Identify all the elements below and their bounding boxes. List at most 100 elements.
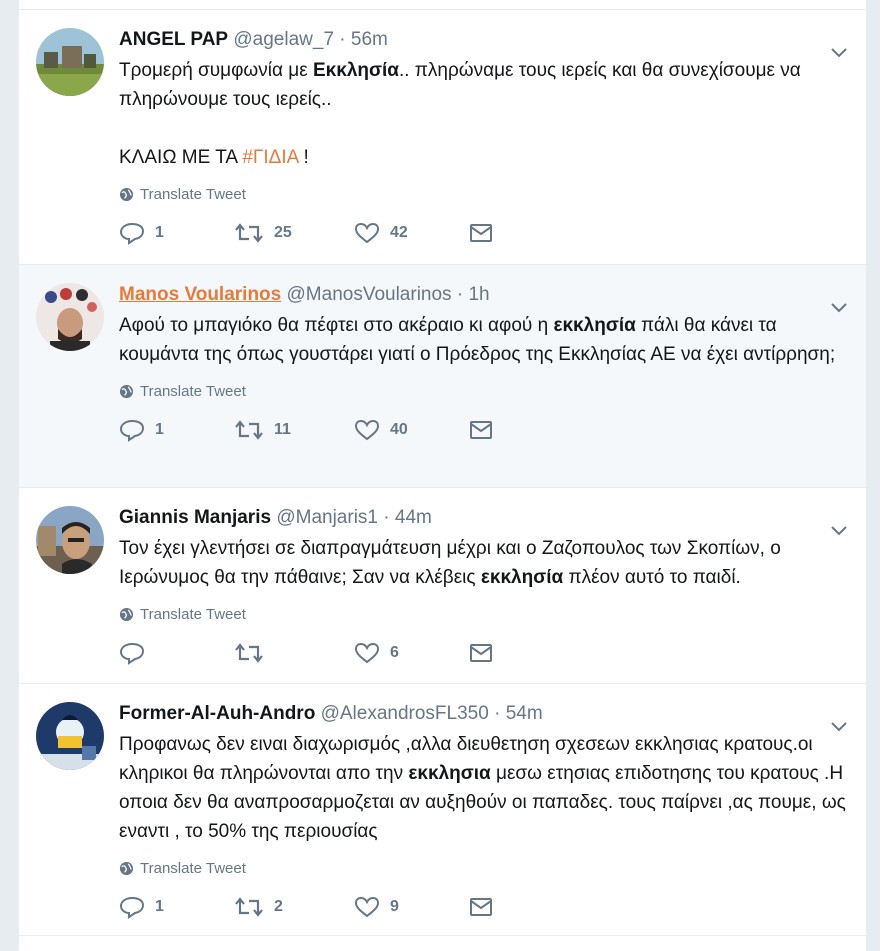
timestamp[interactable]: 1h <box>468 284 489 305</box>
direct-message-button[interactable] <box>469 643 493 663</box>
separator-dot: · <box>494 703 501 724</box>
display-name[interactable]: Manos Voularinos <box>119 284 281 305</box>
heart-icon <box>354 419 380 441</box>
retweet-button[interactable]: 11 <box>234 419 354 441</box>
tweet-text-part: πλέον αυτό το παιδί. <box>563 567 741 588</box>
reply-count: 1 <box>155 224 164 241</box>
tweet-text: Τρομερή συμφωνία με Εκκλησία.. πληρώναμε… <box>119 56 846 172</box>
chevron-down-icon[interactable] <box>830 719 848 733</box>
reply-button[interactable] <box>119 641 234 665</box>
avatar[interactable] <box>36 28 104 96</box>
translate-label: Translate Tweet <box>140 606 246 623</box>
tweet-text: Αφού το μπαγιόκο θα πέφτει στο ακέραιο κ… <box>119 311 846 369</box>
tweet-actions: 6 <box>119 623 846 683</box>
avatar[interactable] <box>36 506 104 574</box>
tweet[interactable]: Giannis Manjaris @Manjaris1 · 44m Τον έχ… <box>19 488 866 684</box>
display-name[interactable]: Giannis Manjaris <box>119 507 271 528</box>
tweet-text-highlight: εκκλησία <box>553 315 636 336</box>
globe-icon <box>119 384 134 399</box>
timestamp[interactable]: 54m <box>506 703 543 724</box>
retweet-button[interactable] <box>234 642 354 664</box>
translate-label: Translate Tweet <box>140 860 246 877</box>
translate-label: Translate Tweet <box>140 383 246 400</box>
direct-message-button[interactable] <box>469 223 493 243</box>
tweet-actions: 1 25 42 <box>119 203 846 263</box>
user-handle[interactable]: @Manjaris1 <box>276 507 378 528</box>
retweet-icon <box>235 897 263 917</box>
heart-icon <box>354 896 380 918</box>
tweet-text-part: ! <box>298 147 309 168</box>
envelope-icon <box>470 421 492 439</box>
tweet-header: Giannis Manjaris @Manjaris1 · 44m <box>119 506 846 530</box>
retweet-icon <box>235 420 263 440</box>
reply-icon <box>119 642 145 665</box>
globe-icon <box>119 187 134 202</box>
separator-dot: · <box>383 507 390 528</box>
reply-icon <box>119 896 145 919</box>
avatar[interactable] <box>36 283 104 351</box>
like-count: 40 <box>390 421 408 438</box>
globe-icon <box>119 607 134 622</box>
translate-tweet-link[interactable]: Translate Tweet <box>119 186 846 203</box>
direct-message-button[interactable] <box>469 420 493 440</box>
envelope-icon <box>470 224 492 242</box>
tweet-header: Manos Voularinos @ManosVoularinos · 1h <box>119 283 846 307</box>
like-button[interactable]: 6 <box>354 641 469 665</box>
direct-message-button[interactable] <box>469 897 493 917</box>
timestamp[interactable]: 44m <box>395 507 432 528</box>
tweet-text-part: Τρομερή συμφωνία με <box>119 60 313 81</box>
hashtag-link[interactable]: #ΓΙΔΙΑ <box>242 147 298 168</box>
chevron-down-icon[interactable] <box>830 300 848 314</box>
reply-button[interactable]: 1 <box>119 418 234 442</box>
tweet-header: Former-Al-Auh-Andro @AlexandrosFL350 · 5… <box>119 702 846 726</box>
separator-dot: · <box>339 29 346 50</box>
tweet-text-highlight: Εκκλησία <box>312 60 399 81</box>
retweet-button[interactable]: 25 <box>234 222 354 244</box>
translate-tweet-link[interactable]: Translate Tweet <box>119 606 846 623</box>
translate-tweet-link[interactable]: Translate Tweet <box>119 860 846 877</box>
globe-icon <box>119 861 134 876</box>
timeline-top-divider <box>19 0 866 10</box>
retweet-count: 11 <box>274 421 291 438</box>
translate-tweet-link[interactable]: Translate Tweet <box>119 383 846 400</box>
tweet-text: Τον έχει γλεντήσει σε διαπραγμάτευση μέχ… <box>119 534 846 592</box>
user-handle[interactable]: @agelaw_7 <box>233 29 334 50</box>
tweet-header: ANGEL PAP @agelaw_7 · 56m <box>119 28 846 52</box>
reply-button[interactable]: 1 <box>119 221 234 245</box>
like-button[interactable]: 40 <box>354 418 469 442</box>
retweet-count: 25 <box>274 224 292 241</box>
tweet-actions: 1 11 40 <box>119 400 846 460</box>
tweet-text-part: ΚΛΑΙΩ ΜΕ ΤΑ <box>119 147 243 168</box>
tweet[interactable]: Former-Al-Auh-Andro @AlexandrosFL350 · 5… <box>19 684 866 936</box>
like-count: 6 <box>390 644 399 661</box>
tweet-text-highlight: εκκλησια <box>408 763 491 784</box>
like-button[interactable]: 9 <box>354 895 469 919</box>
chevron-down-icon[interactable] <box>830 523 848 537</box>
retweet-button[interactable]: 2 <box>234 896 354 918</box>
translate-label: Translate Tweet <box>140 186 246 203</box>
like-button[interactable]: 42 <box>354 221 469 245</box>
retweet-icon <box>235 643 263 663</box>
timeline: ANGEL PAP @agelaw_7 · 56m Τρομερή συμφων… <box>18 0 867 951</box>
envelope-icon <box>470 644 492 662</box>
reply-icon <box>119 222 145 245</box>
tweet-text: Προφανως δεν ειναι διαχωρισμός ,αλλα διε… <box>119 730 846 846</box>
tweet-actions: 1 2 9 <box>119 877 846 937</box>
reply-count: 1 <box>155 421 164 438</box>
user-handle[interactable]: @ManosVoularinos <box>287 284 452 305</box>
heart-icon <box>354 222 380 244</box>
avatar[interactable] <box>36 702 104 770</box>
retweet-icon <box>235 223 263 243</box>
timestamp[interactable]: 56m <box>351 29 388 50</box>
like-count: 42 <box>390 224 408 241</box>
display-name[interactable]: ANGEL PAP <box>119 29 228 50</box>
display-name[interactable]: Former-Al-Auh-Andro <box>119 703 315 724</box>
tweet[interactable]: ANGEL PAP @agelaw_7 · 56m Τρομερή συμφων… <box>19 10 866 265</box>
retweet-count: 2 <box>274 898 283 915</box>
reply-button[interactable]: 1 <box>119 895 234 919</box>
separator-dot: · <box>456 284 464 305</box>
tweet[interactable]: Manos Voularinos @ManosVoularinos · 1h Α… <box>19 265 866 488</box>
reply-icon <box>119 419 145 442</box>
chevron-down-icon[interactable] <box>830 45 848 59</box>
user-handle[interactable]: @AlexandrosFL350 <box>321 703 489 724</box>
